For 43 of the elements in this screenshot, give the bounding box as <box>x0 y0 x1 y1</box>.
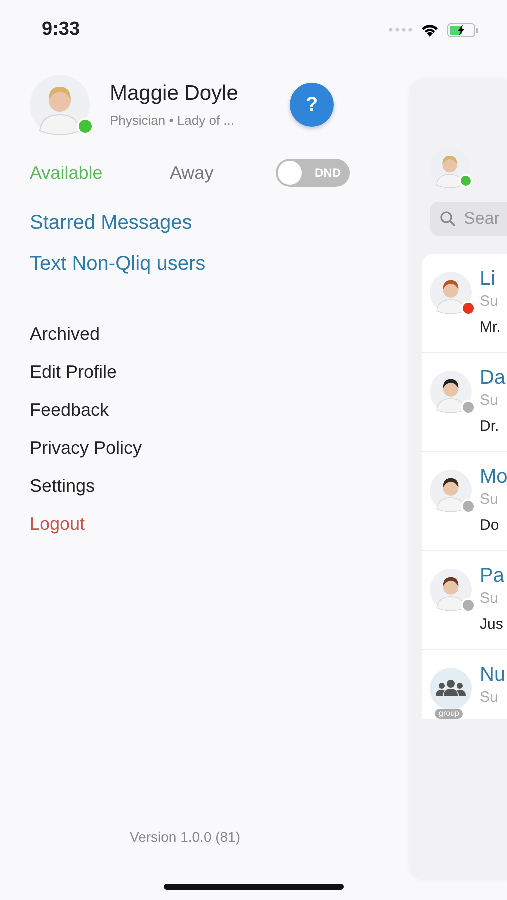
search-icon <box>440 211 456 227</box>
contact-name[interactable]: Pa <box>480 565 504 588</box>
presence-option[interactable]: Available <box>30 162 170 184</box>
signal-icon <box>389 28 413 32</box>
contact-name[interactable]: Mo <box>480 466 507 489</box>
presence-option[interactable]: Away <box>170 162 276 184</box>
avatar <box>430 569 472 611</box>
menu-item[interactable]: Archived <box>30 324 100 345</box>
group-badge: group <box>435 709 464 719</box>
status-dot <box>459 174 473 188</box>
message-subject: Su <box>480 392 500 409</box>
message-subject: Su <box>480 491 500 508</box>
avatar <box>430 272 472 314</box>
menu-item[interactable]: Feedback <box>30 400 110 421</box>
message-subject: Su <box>480 590 500 607</box>
wifi-icon <box>421 24 439 36</box>
message-subject: Su <box>480 293 500 310</box>
group-icon <box>430 668 472 710</box>
message-preview: Jus <box>480 616 504 633</box>
message-subject: Su <box>480 689 500 706</box>
logout-item[interactable]: Logout <box>30 514 86 535</box>
user-name: Maggie Doyle <box>110 82 240 106</box>
battery-icon <box>447 22 479 38</box>
menu-item[interactable]: Settings <box>30 476 96 497</box>
status-dot <box>77 118 94 135</box>
avatar <box>30 75 90 135</box>
contact-name[interactable]: Li <box>480 268 501 291</box>
user-subtitle: Physician • Lady of ... <box>110 113 236 128</box>
menu-item[interactable]: Privacy Policy <box>30 438 142 459</box>
contact-name[interactable]: Nu <box>480 664 506 687</box>
version-label: Version 1.0.0 (81) <box>130 829 241 845</box>
search-field[interactable]: Sear <box>430 202 507 236</box>
message-preview: Dr. <box>480 418 500 435</box>
status-time: 9:33 <box>42 19 80 41</box>
avatar <box>430 371 472 413</box>
menu-link[interactable]: Starred Messages <box>30 212 192 235</box>
help-button[interactable]: ? <box>290 83 334 127</box>
contact-name[interactable]: Da <box>480 367 506 390</box>
menu-item[interactable]: Edit Profile <box>30 362 118 383</box>
menu-link[interactable]: Text Non-Qliq users <box>30 253 206 276</box>
avatar <box>430 470 472 512</box>
message-preview: Mr. <box>480 319 501 336</box>
message-preview: Do <box>480 517 500 534</box>
